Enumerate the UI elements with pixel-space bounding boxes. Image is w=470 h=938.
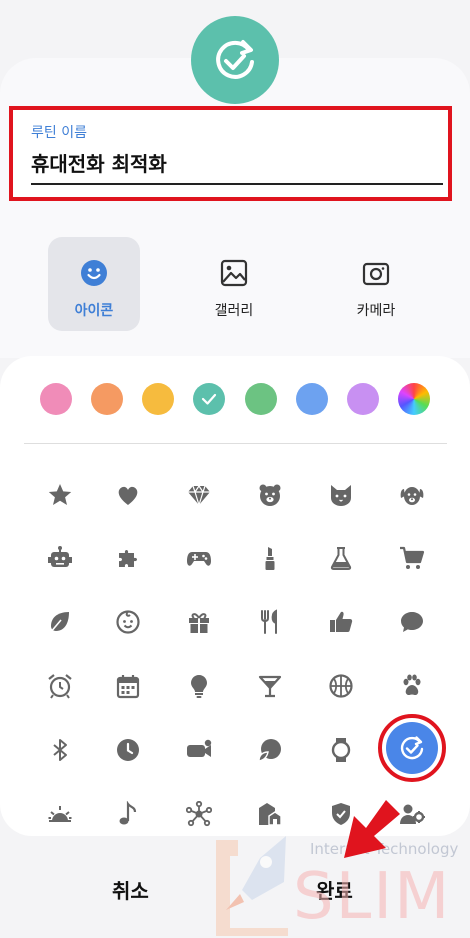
input-underline [31,183,443,185]
refresh-check-icon [216,40,254,79]
calendar-icon[interactable] [110,668,146,704]
color-swatch-purple[interactable] [347,383,379,415]
tab-icon-type[interactable]: 아이콘 [48,237,140,331]
home-icon[interactable] [252,796,288,832]
camera-icon [360,257,392,289]
paw-icon[interactable] [394,668,430,704]
moon-leaf-icon[interactable] [252,732,288,768]
gamepad-icon[interactable] [181,540,217,576]
check-icon [201,393,217,405]
basketball-icon[interactable] [323,668,359,704]
leaf-icon[interactable] [42,604,78,640]
flask-icon[interactable] [323,540,359,576]
tab-camera[interactable]: 카메라 [330,237,422,331]
chat-bubble-icon[interactable] [394,604,430,640]
color-swatch-rainbow[interactable] [398,383,430,415]
puzzle-icon[interactable] [110,540,146,576]
network-icon[interactable] [181,796,217,832]
refresh-check-icon [386,722,438,774]
baby-icon[interactable] [110,604,146,640]
color-swatch-yellow[interactable] [142,383,174,415]
music-note-icon[interactable] [110,796,146,832]
thumbs-up-icon[interactable] [323,604,359,640]
video-camera-icon[interactable] [181,732,217,768]
star-icon[interactable] [42,477,78,513]
lightbulb-icon[interactable] [181,668,217,704]
color-swatch-teal[interactable] [193,383,225,415]
tab-label: 갤러리 [214,303,254,319]
fork-knife-icon[interactable] [252,604,288,640]
cocktail-icon[interactable] [252,668,288,704]
alarm-clock-icon[interactable] [42,668,78,704]
clock-icon[interactable] [110,732,146,768]
cancel-button[interactable]: 취소 [112,875,149,904]
lipstick-icon[interactable] [252,540,288,576]
gift-icon[interactable] [181,604,217,640]
color-swatch-blue[interactable] [296,383,328,415]
bluetooth-icon[interactable] [42,732,78,768]
color-swatch-green[interactable] [245,383,277,415]
image-icon [218,257,250,289]
heart-icon[interactable] [110,477,146,513]
diamond-icon[interactable] [181,477,217,513]
routine-icon-preview[interactable] [191,16,279,104]
cart-icon[interactable] [394,540,430,576]
dog-icon[interactable] [394,477,430,513]
tab-label: 카메라 [356,303,396,319]
cat-icon[interactable] [323,477,359,513]
sunrise-icon[interactable] [42,796,78,832]
routine-name-field[interactable]: 루틴 이름 휴대전화 최적화 [9,106,452,201]
color-swatch-pink[interactable] [40,383,72,415]
done-button[interactable]: 완료 [316,875,353,904]
tab-label: 아이콘 [74,303,114,319]
bear-icon[interactable] [252,477,288,513]
selected-icon-highlight[interactable] [378,714,446,782]
routine-name-label: 루틴 이름 [31,125,87,141]
arrow-pointer-icon [344,800,400,858]
tab-gallery[interactable]: 갤러리 [188,237,280,331]
routine-name-input[interactable]: 휴대전화 최적화 [31,148,167,177]
color-swatch-orange[interactable] [91,383,123,415]
divider [24,443,447,444]
watch-icon[interactable] [323,732,359,768]
robot-icon[interactable] [42,540,78,576]
smiley-icon [78,257,110,289]
